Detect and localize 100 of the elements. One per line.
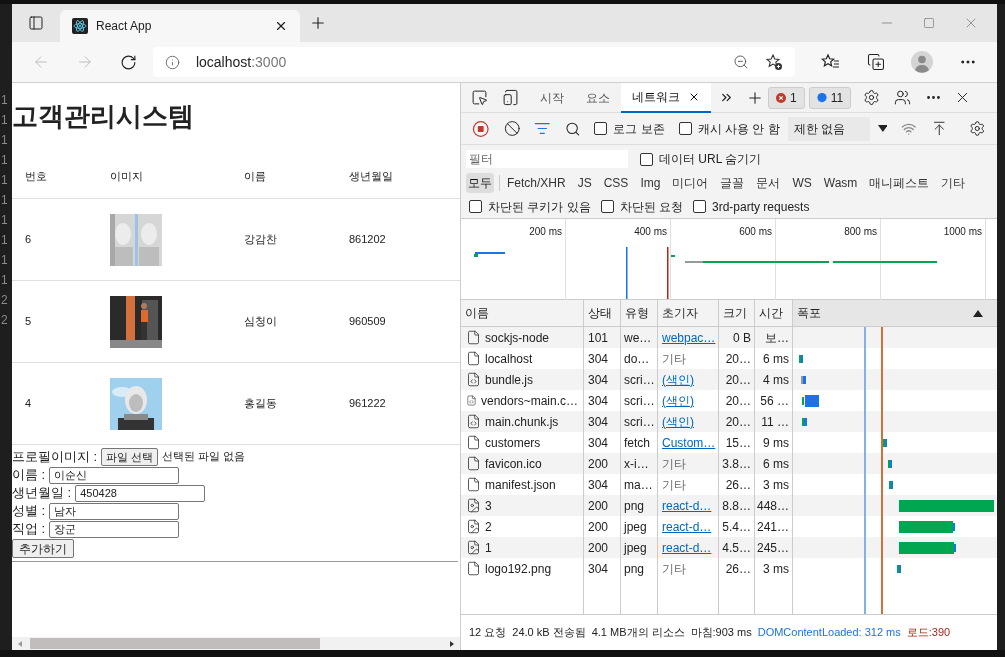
horizontal-scrollbar[interactable] bbox=[12, 637, 460, 650]
table-cell-text: jpeg bbox=[624, 539, 647, 557]
file-status: 선택된 파일 없음 bbox=[162, 449, 246, 465]
table-cell-text: 0 B bbox=[733, 329, 751, 347]
initiator-link[interactable]: react-d… bbox=[662, 538, 712, 557]
type-filter[interactable]: CSS bbox=[601, 173, 631, 193]
line-number: 2 bbox=[0, 312, 9, 329]
time-tick: 400 ms bbox=[634, 226, 667, 237]
checkbox[interactable] bbox=[640, 152, 653, 166]
initiator-link[interactable]: Custom… bbox=[662, 433, 716, 452]
type-filter[interactable]: 미디어 bbox=[670, 173, 711, 193]
devtools-tab[interactable]: 네트워크 bbox=[621, 82, 711, 113]
error-count-badge[interactable]: 1 bbox=[768, 86, 805, 109]
type-filter[interactable]: Wasm bbox=[821, 173, 860, 193]
field-label: 생년월일 : bbox=[12, 484, 72, 503]
new-tab-icon[interactable] bbox=[309, 14, 327, 32]
request-name[interactable]: 3 bbox=[485, 496, 492, 515]
filter-checkbox[interactable]: 데이터 URL 숨기기 bbox=[640, 150, 762, 168]
star-plus-icon[interactable] bbox=[765, 53, 784, 71]
column-header[interactable]: 유형 bbox=[625, 304, 649, 322]
type-filter[interactable]: Fetch/XHR bbox=[505, 173, 568, 193]
message-count-badge[interactable]: 11 bbox=[808, 86, 852, 109]
type-filter[interactable]: 기타 bbox=[939, 173, 968, 193]
table-cell-text: 5.4… bbox=[722, 518, 751, 536]
timing-bar bbox=[889, 480, 893, 489]
type-filter[interactable]: JS bbox=[575, 173, 594, 193]
column-header[interactable]: 시간 bbox=[759, 304, 783, 322]
settings-icon[interactable] bbox=[969, 120, 987, 137]
add-button[interactable]: 추가하기 bbox=[12, 539, 74, 558]
request-name[interactable]: bundle.js bbox=[485, 370, 534, 389]
initiator-link[interactable]: react-d… bbox=[662, 496, 712, 515]
type-filter[interactable]: 문서 bbox=[754, 173, 783, 193]
input-field[interactable]: 장군 bbox=[49, 520, 180, 538]
input-field[interactable]: 남자 bbox=[49, 502, 180, 520]
column-header[interactable]: 크기 bbox=[723, 304, 747, 322]
checkbox[interactable] bbox=[469, 200, 482, 213]
initiator-link[interactable]: (색인) bbox=[662, 370, 694, 389]
request-name[interactable]: manifest.json bbox=[485, 475, 556, 494]
browser-tab[interactable]: React App bbox=[60, 10, 300, 42]
option-checkbox[interactable]: 차단된 요청 bbox=[600, 197, 683, 216]
table-cell-text: 6 ms bbox=[763, 455, 789, 473]
option-checkbox[interactable]: 3rd-party requests bbox=[693, 197, 810, 216]
scrollbar-thumb[interactable] bbox=[30, 638, 320, 649]
initiator-link[interactable]: (색인) bbox=[662, 391, 694, 410]
clear-icon[interactable] bbox=[503, 120, 521, 137]
input-field[interactable]: 450428 bbox=[75, 484, 206, 502]
file-select-button[interactable]: 파일 선택 bbox=[101, 447, 159, 466]
timing-bar bbox=[897, 564, 901, 573]
feedback-icon[interactable] bbox=[894, 89, 912, 106]
record-icon[interactable] bbox=[472, 119, 490, 138]
request-name[interactable]: vendors~main.c… bbox=[480, 391, 578, 410]
option-checkbox[interactable]: 차단된 쿠키가 있음 bbox=[469, 197, 591, 216]
zoom-out-icon[interactable] bbox=[733, 54, 750, 70]
address-bar[interactable]: localhost:3000 bbox=[152, 47, 796, 77]
type-filter[interactable]: 모두 bbox=[466, 173, 494, 193]
type-filter[interactable]: 매니페스트 bbox=[867, 173, 932, 193]
throttle-select[interactable]: 제한 없음 bbox=[787, 116, 870, 141]
request-name[interactable]: logo192.png bbox=[485, 559, 552, 578]
timing-bar bbox=[899, 541, 956, 554]
close-tab-icon[interactable] bbox=[274, 19, 288, 33]
reload-icon[interactable] bbox=[119, 53, 137, 71]
dropdown-arrow-icon[interactable] bbox=[877, 124, 888, 133]
type-filter[interactable]: Img bbox=[638, 173, 663, 193]
checkbox[interactable] bbox=[693, 200, 706, 213]
input-field[interactable]: 이순신 bbox=[49, 466, 180, 484]
request-name[interactable]: main.chunk.js bbox=[485, 412, 559, 431]
sidebar-icon[interactable] bbox=[28, 15, 44, 31]
column-header[interactable]: 폭포 bbox=[797, 304, 821, 322]
devtools-tab[interactable]: 요소 bbox=[575, 82, 621, 113]
filter-field[interactable]: 필터 bbox=[466, 150, 628, 168]
checkbox[interactable] bbox=[600, 200, 614, 213]
column-header[interactable]: 초기자 bbox=[662, 304, 698, 322]
settings-icon[interactable] bbox=[863, 89, 881, 106]
search-icon[interactable] bbox=[564, 120, 581, 137]
checkbox[interactable] bbox=[594, 122, 608, 135]
request-name[interactable]: customers bbox=[485, 433, 541, 452]
request-name[interactable]: 1 bbox=[485, 538, 492, 557]
devtools-tab[interactable]: 시작 bbox=[529, 82, 575, 113]
column-header[interactable]: 이름 bbox=[465, 304, 489, 322]
collections-icon[interactable] bbox=[867, 53, 886, 71]
filter-icon[interactable] bbox=[534, 120, 551, 137]
favorites-icon[interactable] bbox=[821, 53, 842, 71]
request-name[interactable]: sockjs-node bbox=[485, 328, 550, 347]
initiator-link[interactable]: react-d… bbox=[662, 517, 712, 536]
type-filter[interactable]: 글꼴 bbox=[718, 173, 747, 193]
type-filter[interactable]: WS bbox=[790, 173, 814, 193]
toolbar-checkbox[interactable]: 로그 보존 bbox=[594, 119, 665, 138]
profile-avatar[interactable] bbox=[911, 51, 933, 73]
request-name[interactable]: 2 bbox=[485, 517, 492, 536]
device-icon[interactable] bbox=[502, 89, 519, 106]
initiator-link[interactable]: webpac… bbox=[662, 328, 716, 347]
sort-arrow-icon[interactable] bbox=[973, 309, 983, 317]
checkbox[interactable] bbox=[678, 122, 692, 135]
column-header[interactable]: 상태 bbox=[588, 304, 612, 322]
request-name[interactable]: localhost bbox=[485, 349, 533, 368]
inspect-icon[interactable] bbox=[471, 89, 488, 106]
request-name[interactable]: favicon.ico bbox=[485, 454, 542, 473]
initiator-link[interactable]: (색인) bbox=[662, 412, 694, 431]
toolbar-checkbox[interactable]: 캐시 사용 안 함 bbox=[678, 119, 780, 138]
table-cell-text: 기타 bbox=[662, 350, 686, 368]
